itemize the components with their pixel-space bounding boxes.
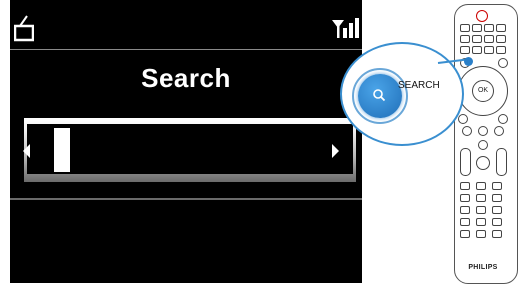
next-button[interactable] [494, 126, 504, 136]
remote-button[interactable] [484, 46, 494, 54]
footer-divider [10, 198, 362, 200]
number-button[interactable] [476, 218, 486, 226]
search-progress-track [27, 124, 353, 174]
right-arrow-icon[interactable] [332, 144, 339, 158]
header-divider [10, 49, 362, 50]
power-button[interactable] [476, 10, 488, 22]
search-callout-label: SEARCH [398, 80, 440, 91]
channel-rocker[interactable] [496, 148, 507, 176]
remote-button[interactable] [498, 58, 508, 68]
left-arrow-icon[interactable] [23, 144, 30, 158]
page-title: Search [141, 63, 231, 93]
number-button[interactable] [460, 194, 470, 202]
number-button[interactable] [460, 230, 470, 238]
remote-button[interactable] [458, 114, 468, 124]
ok-button[interactable]: OK [472, 80, 494, 102]
number-button[interactable] [460, 218, 470, 226]
remote-button[interactable] [496, 35, 506, 43]
search-progress-thumb[interactable] [54, 128, 70, 172]
search-progress-bar [24, 118, 356, 182]
number-button[interactable] [492, 230, 502, 238]
status-bar [10, 0, 362, 45]
radio-icon [14, 15, 34, 42]
remote-control: OK PHILIPS [446, 0, 520, 284]
remote-button[interactable] [472, 46, 482, 54]
callout-dot [464, 57, 473, 66]
signal-strength-icon [332, 18, 359, 38]
previous-button[interactable] [462, 126, 472, 136]
number-button[interactable] [476, 206, 486, 214]
remote-button[interactable] [472, 24, 482, 32]
magnifier-icon [373, 89, 386, 102]
remote-button[interactable] [484, 24, 494, 32]
mute-button[interactable] [476, 156, 490, 170]
number-button[interactable] [492, 206, 502, 214]
number-button[interactable] [460, 206, 470, 214]
remote-button[interactable] [498, 114, 508, 124]
remote-button[interactable] [496, 24, 506, 32]
remote-button[interactable] [484, 35, 494, 43]
number-button[interactable] [476, 182, 486, 190]
stop-button[interactable] [478, 140, 488, 150]
device-display: Search [10, 0, 362, 283]
number-button[interactable] [476, 230, 486, 238]
remote-button[interactable] [472, 35, 482, 43]
number-button[interactable] [492, 182, 502, 190]
remote-button[interactable] [496, 46, 506, 54]
play-pause-button[interactable] [478, 126, 488, 136]
remote-button[interactable] [460, 35, 470, 43]
number-button[interactable] [492, 194, 502, 202]
number-button[interactable] [476, 194, 486, 202]
brand-label: PHILIPS [468, 264, 498, 271]
remote-button[interactable] [460, 46, 470, 54]
number-button[interactable] [492, 218, 502, 226]
volume-rocker[interactable] [460, 148, 471, 176]
remote-button[interactable] [460, 24, 470, 32]
number-button[interactable] [460, 182, 470, 190]
